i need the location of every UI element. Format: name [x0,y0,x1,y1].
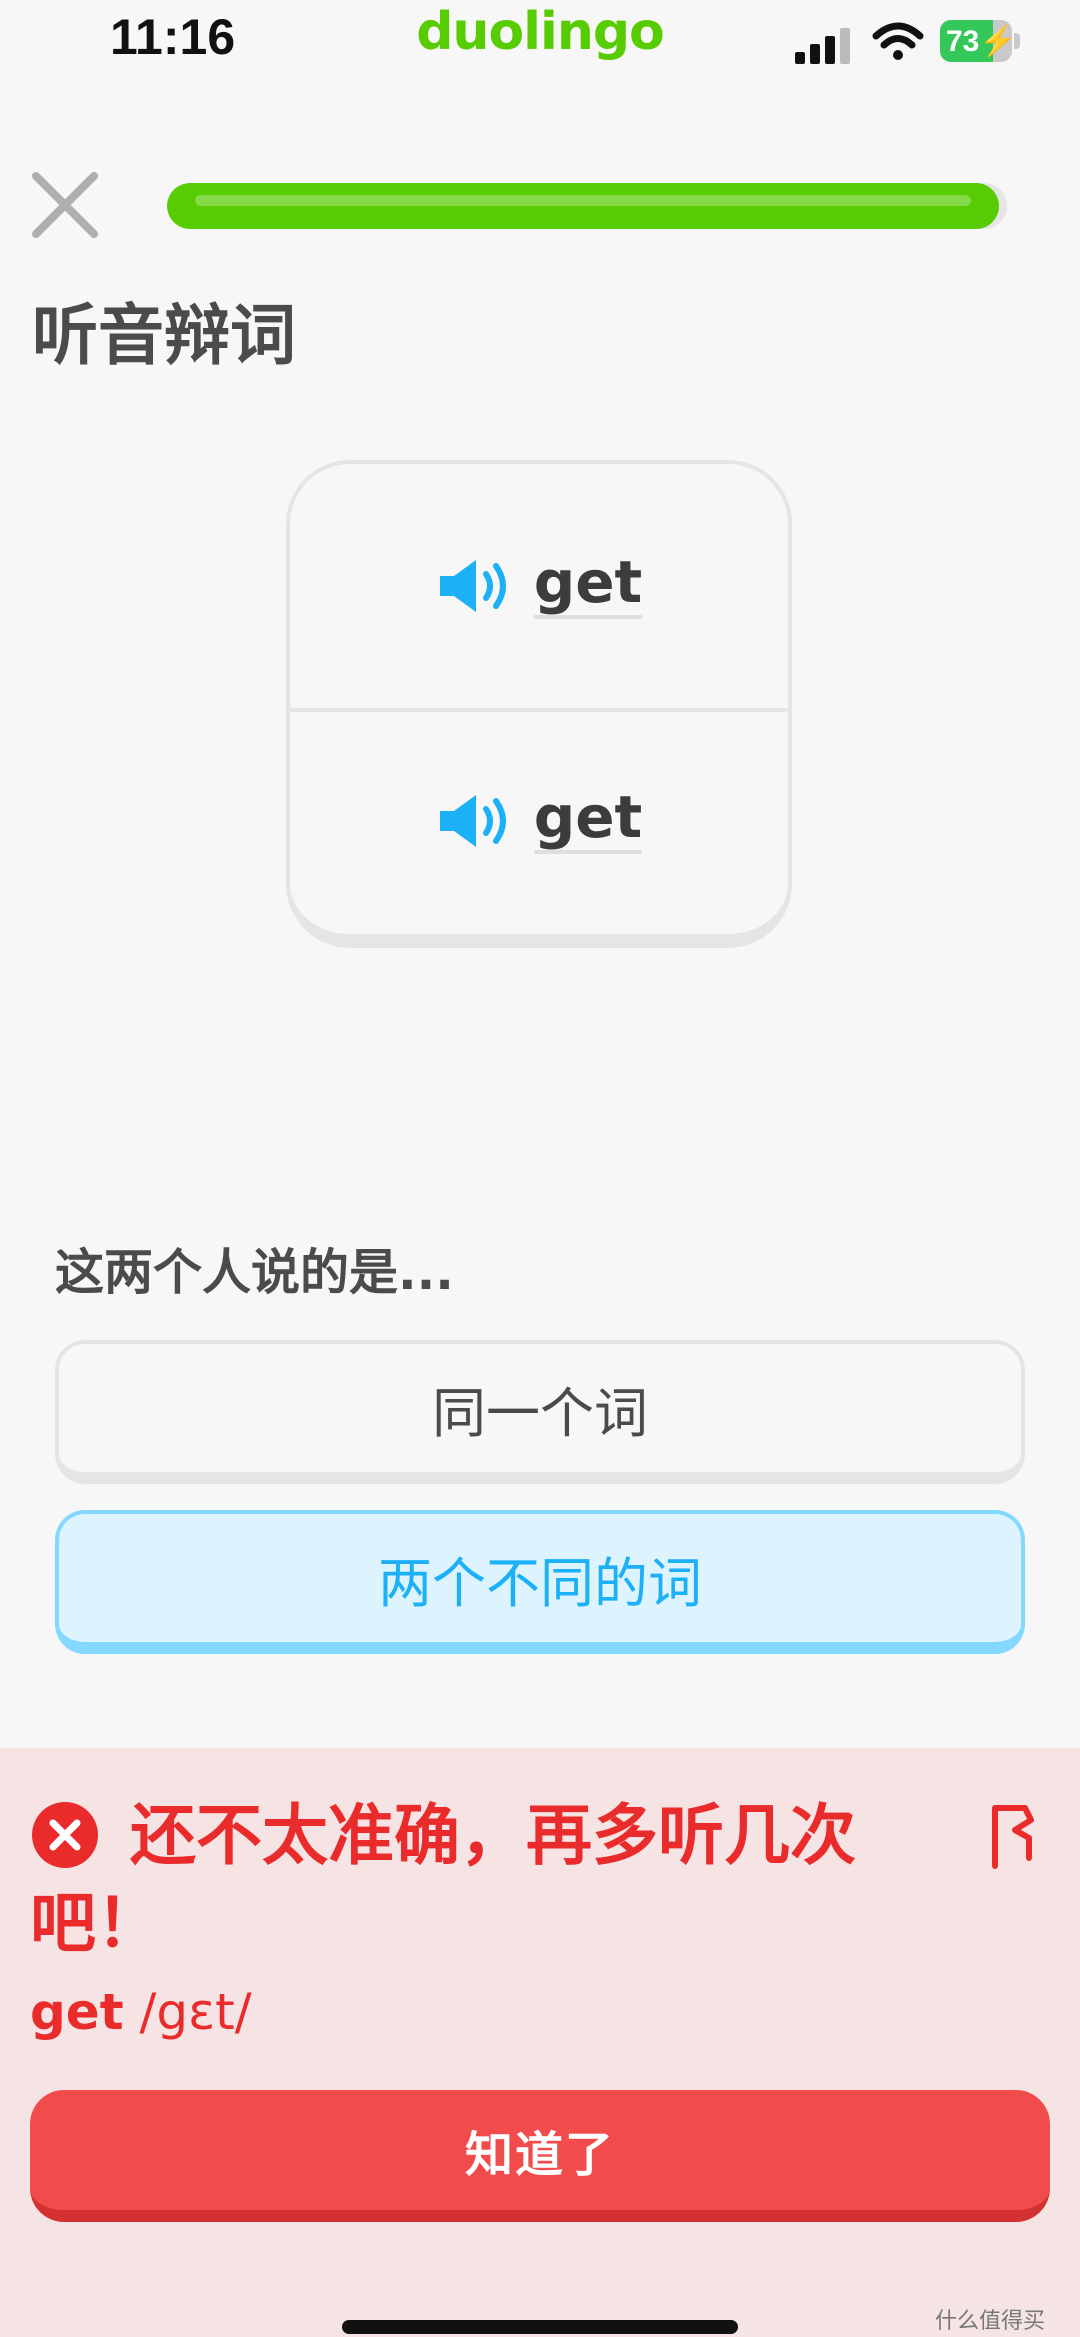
home-indicator[interactable] [342,2320,738,2334]
answer-ipa: /gɛt/ [139,1983,252,2041]
audio-pair-card: get get [286,460,792,948]
option-different-words[interactable]: 两个不同的词 [55,1510,1025,1654]
audio-item-2[interactable]: get [290,708,788,934]
feedback-message: 还不太准确，再多听几次吧！ [30,1797,856,1962]
option-same-word[interactable]: 同一个词 [55,1340,1025,1484]
battery-level: 73 [946,25,980,58]
correct-answer: get /gɛt/ [30,1983,252,2041]
audio-word-2: get [533,788,643,854]
audio-word-1: get [533,553,643,619]
speaker-icon[interactable] [436,556,514,616]
wifi-icon [872,22,924,60]
battery-charging-icon: 73⚡ [940,20,1020,62]
watermark: 什么值得买 [935,2309,1046,2334]
close-icon[interactable] [30,170,100,240]
answer-word: get [30,1983,124,2041]
speaker-icon[interactable] [436,791,514,851]
exercise-title: 听音辩词 [32,297,296,374]
question-text: 这两个人说的是... [55,1244,454,1301]
audio-item-1[interactable]: get [290,464,788,712]
signal-bars-icon [795,28,850,64]
report-flag-icon[interactable] [985,1800,1041,1870]
got-it-button[interactable]: 知道了 [30,2090,1050,2222]
lesson-progress-bar [167,183,1007,229]
